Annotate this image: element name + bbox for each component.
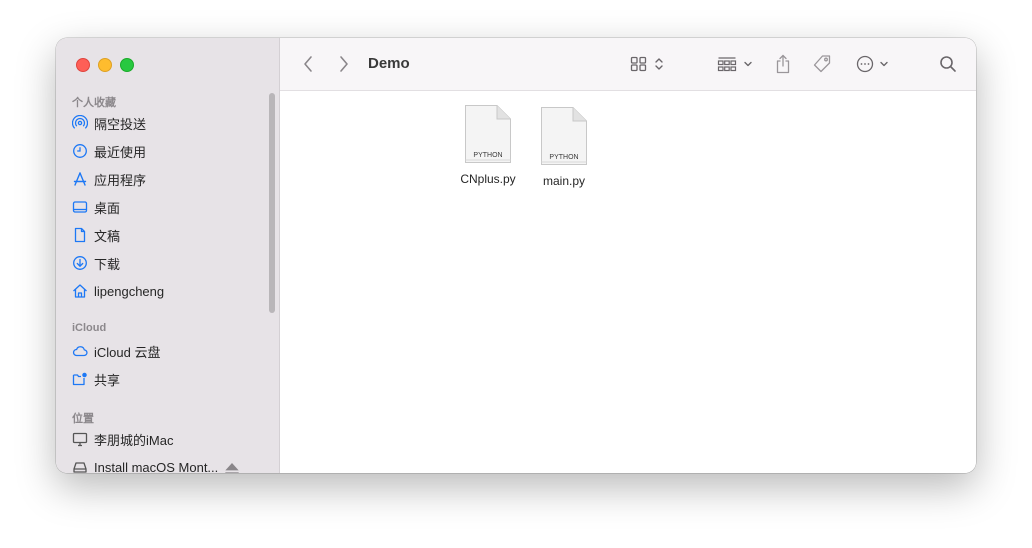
document-icon bbox=[74, 227, 86, 243]
grid-view-icon bbox=[630, 56, 647, 72]
chevron-down-icon bbox=[744, 61, 752, 67]
traffic-lights bbox=[76, 58, 134, 72]
chevron-updown-icon bbox=[655, 58, 663, 70]
tags-button[interactable] bbox=[811, 52, 833, 76]
close-button[interactable] bbox=[76, 58, 90, 72]
sidebar-item-label: 李朋城的iMac bbox=[94, 432, 174, 448]
python-file-icon: PYTHON bbox=[465, 105, 511, 163]
sidebar-item-label: Install macOS Mont... bbox=[94, 459, 219, 474]
sidebar-item-label: lipengcheng bbox=[94, 283, 165, 299]
sidebar-item-label: 应用程序 bbox=[94, 172, 147, 188]
share-button[interactable] bbox=[774, 52, 792, 76]
group-grid-icon bbox=[717, 57, 737, 72]
disk-icon bbox=[73, 462, 87, 473]
view-mode-button[interactable] bbox=[628, 52, 666, 76]
sidebar-item-label: 文稿 bbox=[94, 228, 121, 244]
finder-window: 个人收藏 隔空投送 最近使用 应用程序 桌面 文稿 下载 lipengcheng… bbox=[56, 38, 976, 473]
download-icon bbox=[73, 256, 87, 270]
file-item-cnplus[interactable]: PYTHON CNplus.py bbox=[448, 104, 528, 186]
ellipsis-circle-icon bbox=[856, 55, 873, 73]
python-file-icon: PYTHON bbox=[541, 107, 587, 165]
back-button[interactable] bbox=[300, 52, 316, 76]
cloud-icon bbox=[72, 346, 88, 357]
sidebar-item-home[interactable]: lipengcheng bbox=[72, 280, 268, 302]
file-item-main[interactable]: PYTHON main.py bbox=[524, 106, 604, 188]
sidebar-item-label: iCloud 云盘 bbox=[94, 344, 161, 360]
share-icon bbox=[776, 54, 790, 74]
eject-icon[interactable] bbox=[224, 461, 240, 473]
sidebar-item-applications[interactable]: 应用程序 bbox=[72, 168, 268, 190]
home-icon bbox=[73, 284, 87, 298]
clock-icon bbox=[73, 144, 87, 158]
group-button[interactable] bbox=[716, 52, 754, 76]
sidebar-item-label: 最近使用 bbox=[94, 144, 147, 160]
sidebar-item-imac[interactable]: 李朋城的iMac bbox=[72, 428, 268, 450]
sidebar-item-shared[interactable]: 共享 bbox=[72, 368, 268, 390]
sidebar-item-downloads[interactable]: 下载 bbox=[72, 252, 268, 274]
sidebar-section-locations: 位置 bbox=[72, 413, 94, 425]
search-icon bbox=[940, 56, 956, 72]
tag-icon bbox=[813, 55, 831, 73]
desktop-icon bbox=[72, 201, 88, 213]
forward-button[interactable] bbox=[336, 52, 352, 76]
sidebar-scrollbar[interactable] bbox=[269, 93, 275, 313]
sidebar: 个人收藏 隔空投送 最近使用 应用程序 桌面 文稿 下载 lipengcheng… bbox=[56, 38, 280, 473]
sidebar-item-label: 下载 bbox=[94, 256, 121, 272]
sidebar-item-label: 共享 bbox=[94, 372, 121, 388]
applications-icon bbox=[73, 172, 87, 186]
shared-folder-icon bbox=[72, 372, 87, 386]
minimize-button[interactable] bbox=[98, 58, 112, 72]
toolbar: Demo bbox=[280, 38, 976, 91]
chevron-left-icon bbox=[304, 56, 312, 72]
sidebar-section-favorites: 个人收藏 bbox=[72, 97, 116, 109]
sidebar-item-documents[interactable]: 文稿 bbox=[72, 224, 268, 246]
zoom-button[interactable] bbox=[120, 58, 134, 72]
file-type-badge: PYTHON bbox=[473, 152, 502, 159]
sidebar-item-icloud-drive[interactable]: iCloud 云盘 bbox=[72, 340, 268, 362]
sidebar-item-desktop[interactable]: 桌面 bbox=[72, 196, 268, 218]
sidebar-item-airdrop[interactable]: 隔空投送 bbox=[72, 112, 268, 134]
file-browser: PYTHON CNplus.py PYTHON main.py bbox=[280, 91, 976, 473]
sidebar-item-label: 桌面 bbox=[94, 200, 121, 216]
window-title: Demo bbox=[368, 55, 410, 72]
file-type-badge: PYTHON bbox=[549, 154, 578, 161]
sidebar-item-recents[interactable]: 最近使用 bbox=[72, 140, 268, 162]
chevron-down-icon bbox=[879, 61, 888, 67]
sidebar-section-icloud: iCloud bbox=[72, 322, 107, 334]
airdrop-icon bbox=[72, 115, 88, 129]
sidebar-item-install-disk[interactable]: Install macOS Mont... bbox=[72, 456, 268, 473]
more-actions-button[interactable] bbox=[852, 52, 892, 76]
search-button[interactable] bbox=[938, 52, 958, 76]
file-name: main.py bbox=[542, 174, 586, 188]
imac-icon bbox=[72, 432, 88, 447]
file-name: CNplus.py bbox=[460, 172, 516, 186]
sidebar-item-label: 隔空投送 bbox=[94, 116, 147, 132]
chevron-right-icon bbox=[340, 56, 348, 72]
